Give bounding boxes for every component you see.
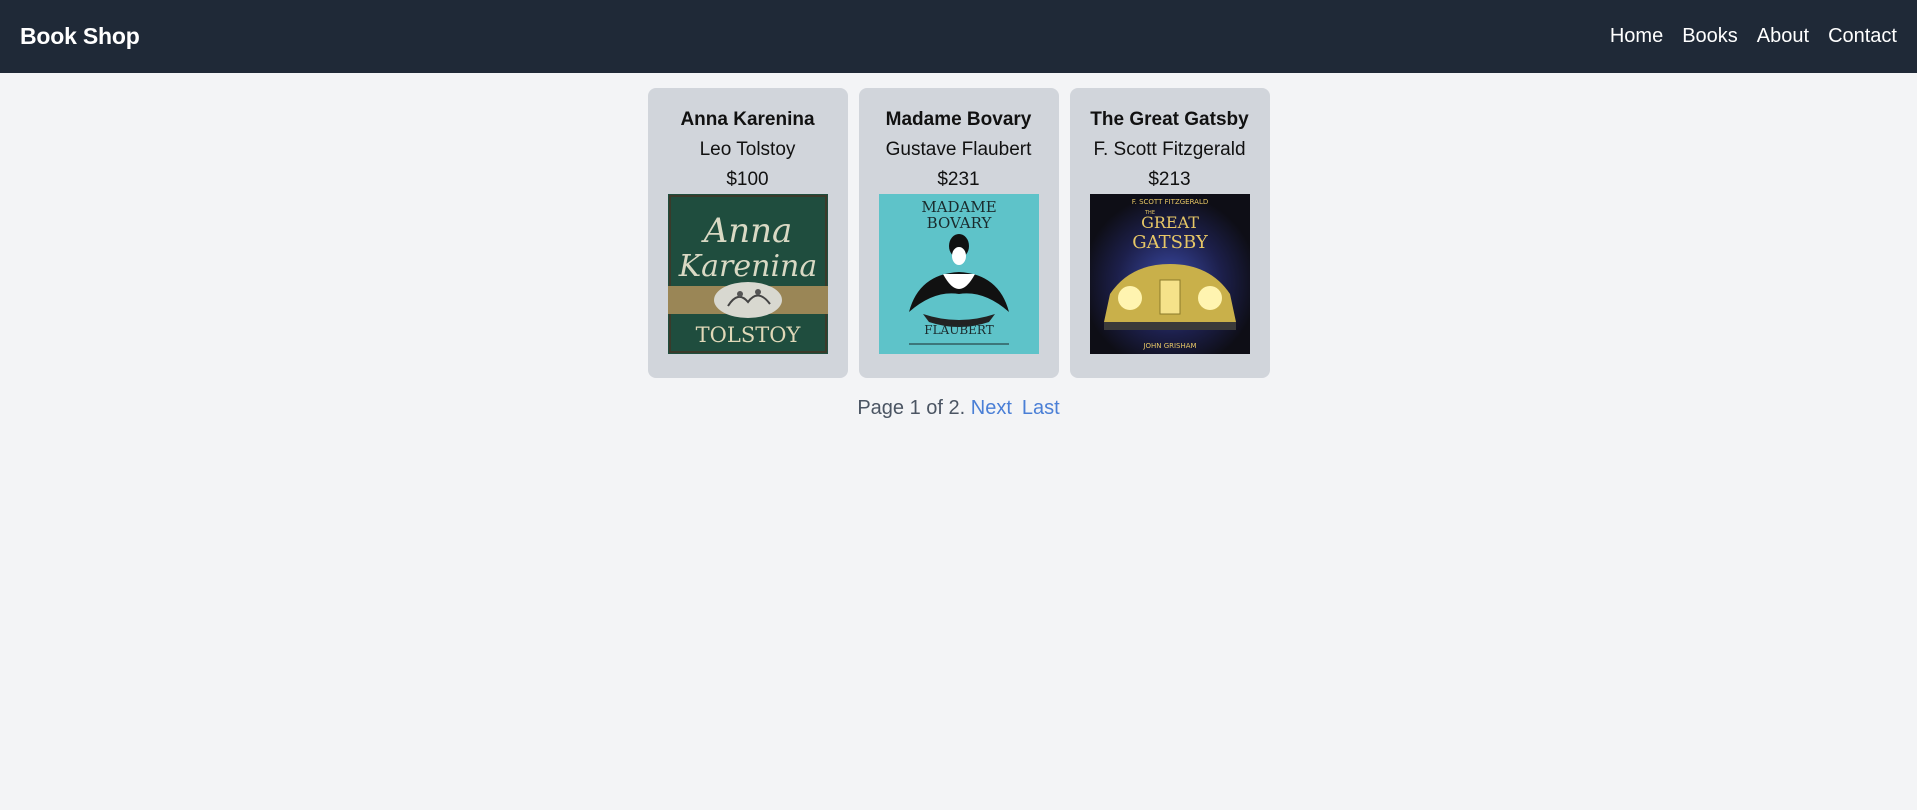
book-author: F. Scott Fitzgerald	[1093, 139, 1246, 160]
book-cover-image[interactable]: MADAME BOVARY FLAUBERT	[878, 194, 1039, 354]
book-price: $231	[937, 169, 980, 190]
book-author: Gustave Flaubert	[885, 139, 1032, 160]
nav-home-link[interactable]: Home	[1610, 25, 1663, 48]
cover-top-text-2: BOVARY	[926, 214, 992, 232]
book-price: $100	[726, 169, 769, 190]
book-title: The Great Gatsby	[1090, 109, 1249, 130]
book-card[interactable]: Anna Karenina Leo Tolstoy $100 Anna Kare…	[647, 88, 848, 378]
pagination-next-link[interactable]: Next	[971, 397, 1012, 419]
book-card[interactable]: Madame Bovary Gustave Flaubert $231 MADA…	[858, 88, 1059, 378]
book-cover-image[interactable]: F. SCOTT FITZGERALD THE GREAT GATSBY JOH…	[1089, 194, 1250, 354]
cover-script-title-2: Karenina	[677, 249, 817, 284]
book-author: Leo Tolstoy	[699, 139, 796, 160]
pagination: Page 1 of 2. Next Last	[0, 397, 1917, 420]
cover-main-text-2: GATSBY	[1132, 232, 1209, 253]
nav-about-link[interactable]: About	[1757, 25, 1809, 48]
cover-main-text-1: GREAT	[1141, 213, 1199, 232]
cover-top-text: F. SCOTT FITZGERALD	[1131, 198, 1208, 206]
book-title: Anna Karenina	[680, 109, 815, 130]
book-cover-image[interactable]: Anna Karenina TOLSTOY	[667, 194, 828, 354]
pagination-status: Page 1 of 2.	[857, 397, 966, 419]
cover-footer-text: FLAUBERT	[924, 323, 993, 337]
cover-footer-text: JOHN GRISHAM	[1142, 342, 1196, 350]
book-card[interactable]: The Great Gatsby F. Scott Fitzgerald $21…	[1069, 88, 1270, 378]
cover-footer-text: TOLSTOY	[695, 323, 801, 347]
book-title: Madame Bovary	[885, 109, 1032, 130]
book-price: $213	[1148, 169, 1191, 190]
top-navbar: Book Shop Home Books About Contact	[0, 0, 1917, 73]
nav-contact-link[interactable]: Contact	[1828, 25, 1897, 48]
nav-books-link[interactable]: Books	[1682, 25, 1738, 48]
book-grid: Anna Karenina Leo Tolstoy $100 Anna Kare…	[0, 88, 1917, 378]
main-nav: Home Books About Contact	[1610, 25, 1897, 48]
brand-logo[interactable]: Book Shop	[20, 23, 140, 50]
cover-script-title-1: Anna	[700, 211, 792, 251]
pagination-last-link[interactable]: Last	[1022, 397, 1060, 419]
